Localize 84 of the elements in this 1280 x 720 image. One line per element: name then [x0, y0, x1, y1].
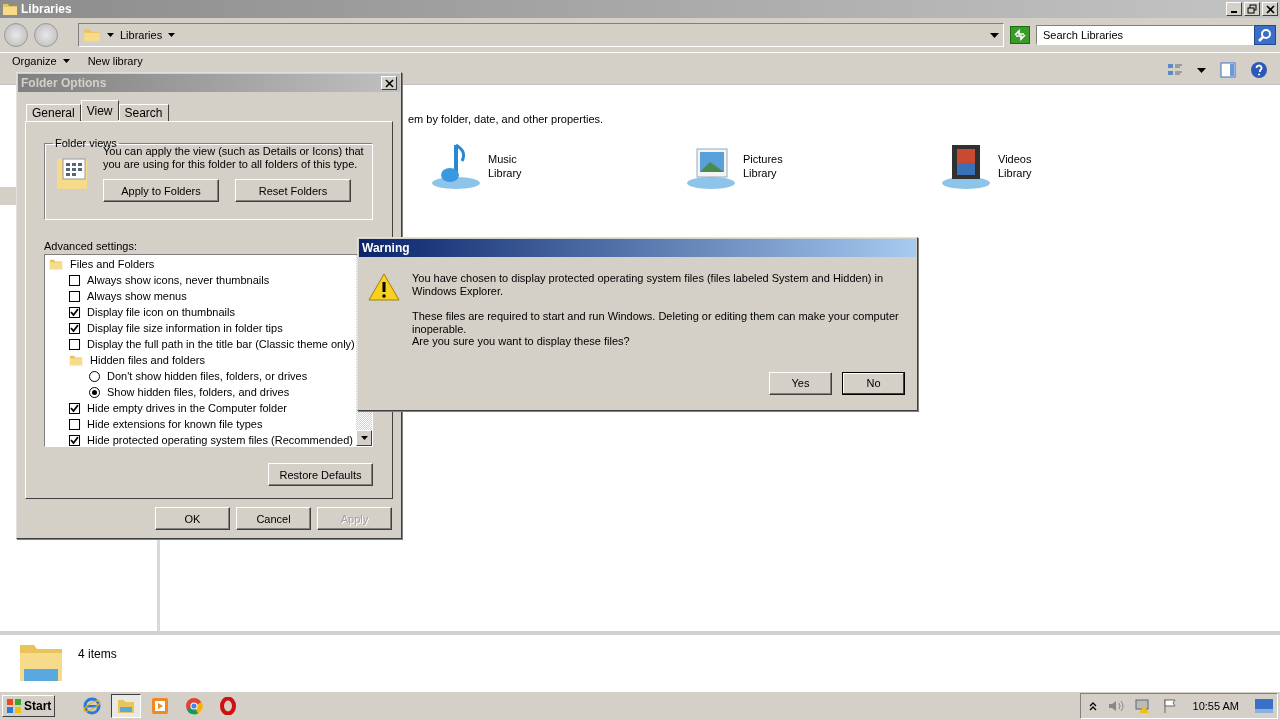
dialog-button[interactable]: Cancel — [236, 507, 311, 530]
arrows-icon — [1013, 29, 1027, 41]
tab[interactable]: View — [80, 100, 119, 120]
flag-icon[interactable] — [1162, 698, 1177, 714]
tab[interactable]: General — [26, 104, 81, 121]
close-button[interactable] — [381, 76, 397, 90]
dialog-title: Warning — [362, 241, 410, 255]
warning-message: You have chosen to display protected operating system files (files labeled System and Hidden) in Windows Explorer. — [412, 272, 885, 297]
scroll-down-button[interactable] — [356, 430, 372, 446]
option-label: Always show menus — [87, 290, 187, 302]
breadcrumb: Libraries — [120, 29, 163, 41]
checkbox[interactable] — [69, 434, 80, 446]
warning-icon — [368, 272, 400, 302]
caret-icon — [168, 33, 176, 37]
four-squares-icon — [6, 698, 22, 714]
checkbox[interactable] — [69, 306, 80, 318]
restore-button[interactable] — [1244, 2, 1260, 16]
radio-button[interactable] — [89, 370, 100, 382]
clock: 10:55 AM — [1192, 700, 1239, 712]
checkbox[interactable] — [69, 402, 80, 414]
option-label: Always show icons, never thumbnails — [87, 274, 270, 286]
caret-icon — [62, 59, 70, 63]
minimize-button[interactable] — [1226, 2, 1242, 16]
close-icon — [1265, 4, 1275, 14]
caret-icon — [107, 33, 114, 37]
description-text: em by folder, date, and other properties. — [408, 113, 605, 125]
dialog-button[interactable]: OK — [155, 507, 230, 530]
dialog-button[interactable]: No — [842, 371, 905, 395]
toolbar-button[interactable]: Organize — [12, 55, 70, 67]
option-label: Display file icon on thumbnails — [87, 306, 235, 318]
browser-icon — [83, 697, 102, 715]
toolbar-button[interactable]: New library — [87, 55, 143, 67]
option-label: Don't show hidden files, folders, or drives — [107, 370, 308, 382]
search-icon — [1258, 28, 1272, 42]
folder-icon — [2, 1, 18, 17]
option-label: Hide empty drives in the Computer folder — [87, 402, 287, 414]
option-label: Show hidden files, folders, and drives — [107, 386, 290, 398]
restore-defaults-button[interactable]: Restore Defaults — [268, 463, 373, 486]
item-count: 4 items — [78, 647, 117, 661]
folder-views-button[interactable]: Apply to Folders — [103, 179, 219, 202]
library-item[interactable]: Music Library — [430, 141, 685, 191]
play-icon — [151, 697, 170, 715]
library-item[interactable]: Pictures Library — [685, 141, 940, 191]
restore-icon — [1247, 4, 1257, 14]
option-label: Hide protected operating system files (Recommended) — [87, 434, 353, 446]
address-bar[interactable]: Libraries — [78, 23, 1004, 47]
folder-icon — [117, 698, 136, 714]
tab[interactable]: Search — [118, 104, 169, 121]
chevron-up-icon[interactable] — [1088, 701, 1097, 711]
checkbox[interactable] — [69, 418, 80, 430]
checkbox[interactable] — [69, 290, 80, 302]
pinwheel-icon — [185, 697, 204, 715]
group-label: Files and Folders — [70, 258, 155, 270]
refresh-button[interactable] — [1010, 26, 1030, 44]
help-icon[interactable] — [1250, 61, 1268, 79]
checkbox[interactable] — [69, 274, 80, 286]
dialog-title: Folder Options — [21, 76, 107, 90]
warning-message: Are you sure you want to display these files? — [412, 335, 631, 348]
caret-icon[interactable] — [1197, 67, 1206, 73]
radio-button[interactable] — [89, 386, 100, 398]
close-button[interactable] — [1262, 2, 1278, 16]
option-label: Display the full path in the title bar (Classic theme only) — [87, 338, 355, 350]
show-desktop-button[interactable] — [1255, 698, 1273, 714]
checkbox[interactable] — [69, 322, 80, 334]
option-label: Hide extensions for known file types — [87, 418, 263, 430]
preview-pane-icon[interactable] — [1220, 62, 1236, 78]
search-button[interactable] — [1254, 25, 1276, 45]
caret-icon — [360, 436, 368, 440]
folder-views-button[interactable]: Reset Folders — [235, 179, 351, 202]
library-item[interactable]: Videos Library — [940, 141, 1195, 191]
taskbar-app[interactable] — [111, 694, 142, 718]
folder-icon — [83, 26, 101, 44]
dropdown-icon[interactable] — [990, 32, 999, 38]
group-label: Hidden files and folders — [90, 354, 205, 366]
checkbox[interactable] — [69, 338, 80, 350]
window-title: Libraries — [21, 2, 72, 16]
close-icon — [384, 78, 394, 88]
option-label: Display file size information in folder tips — [87, 322, 283, 334]
search-field[interactable]: Search Libraries — [1036, 25, 1254, 45]
music-note-icon — [430, 141, 482, 191]
start-button[interactable]: Start — [2, 695, 56, 717]
ring-icon — [219, 697, 238, 715]
dialog-button[interactable]: Yes — [769, 371, 832, 395]
warning-message: These files are required to start and run Windows. Deleting or editing them can make your computer inoperable. — [412, 310, 900, 335]
